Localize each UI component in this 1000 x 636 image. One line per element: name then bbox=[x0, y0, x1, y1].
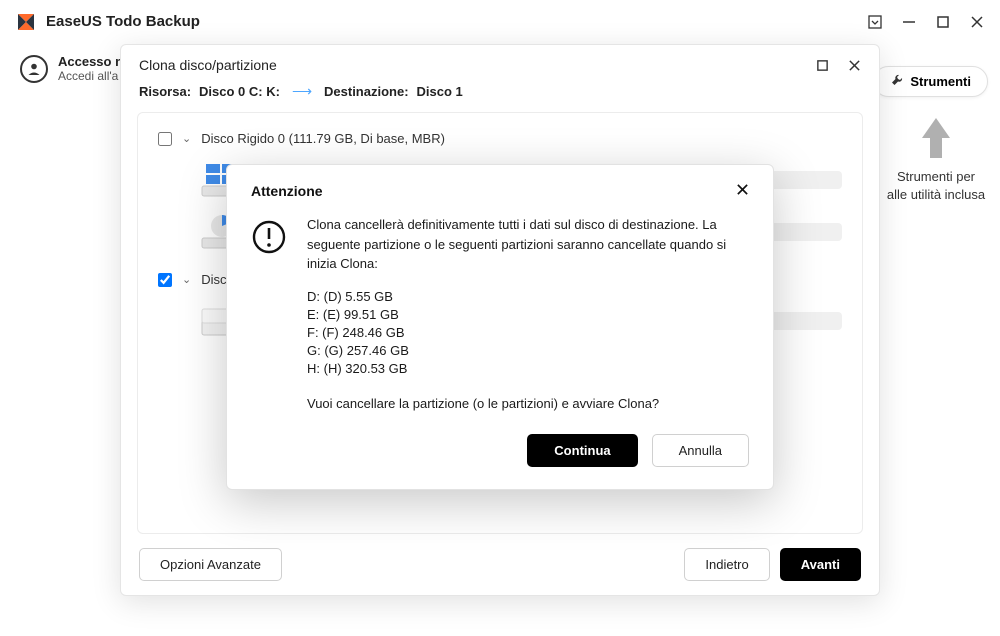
attention-warning: Clona cancellerà definitivamente tutti i… bbox=[307, 215, 749, 274]
clone-title: Clona disco/partizione bbox=[139, 57, 815, 73]
titlebar: EaseUS Todo Backup bbox=[0, 0, 1000, 44]
account-line1: Accesso n bbox=[58, 54, 123, 69]
maximize-icon[interactable] bbox=[815, 58, 829, 72]
disk0-label: Disco Rigido 0 (111.79 GB, Di base, MBR) bbox=[201, 131, 445, 146]
dest-label: Destinazione: bbox=[324, 84, 409, 99]
partition-item: G: (G) 257.46 GB bbox=[307, 342, 749, 360]
tools-button[interactable]: Strumenti bbox=[873, 66, 988, 97]
next-button[interactable]: Avanti bbox=[780, 548, 861, 581]
clone-footer: Opzioni Avanzate Indietro Avanti bbox=[121, 534, 879, 595]
chevron-down-icon[interactable]: ⌄ bbox=[182, 273, 191, 286]
attention-title: Attenzione bbox=[251, 183, 736, 199]
clone-header: Clona disco/partizione bbox=[121, 45, 879, 83]
close-icon[interactable] bbox=[970, 15, 984, 29]
cancel-button[interactable]: Annulla bbox=[652, 434, 749, 467]
source-label: Risorsa: bbox=[139, 84, 191, 99]
app-logo-icon bbox=[16, 12, 36, 32]
attention-text: Clona cancellerà definitivamente tutti i… bbox=[307, 215, 749, 428]
close-icon[interactable] bbox=[736, 183, 749, 199]
warning-icon bbox=[251, 219, 287, 255]
disk-row-0[interactable]: ⌄ Disco Rigido 0 (111.79 GB, Di base, MB… bbox=[138, 123, 862, 154]
hint-text: Strumenti per alle utilità inclusa bbox=[886, 168, 986, 204]
right-hint: Strumenti per alle utilità inclusa bbox=[886, 116, 986, 204]
attention-question: Vuoi cancellare la partizione (o le part… bbox=[307, 394, 749, 414]
advanced-options-button[interactable]: Opzioni Avanzate bbox=[139, 548, 282, 581]
arrow-up-icon bbox=[918, 116, 954, 160]
dest-value: Disco 1 bbox=[417, 84, 463, 99]
arrow-right-icon: ⟶ bbox=[292, 83, 312, 100]
clone-path: Risorsa: Disco 0 C: K: ⟶ Destinazione: D… bbox=[121, 83, 879, 112]
account-line2: Accedi all'a bbox=[58, 69, 123, 83]
back-button[interactable]: Indietro bbox=[684, 548, 769, 581]
disk1-checkbox[interactable] bbox=[158, 273, 172, 287]
disk0-checkbox[interactable] bbox=[158, 132, 172, 146]
close-icon[interactable] bbox=[847, 58, 861, 72]
account-text: Accesso n Accedi all'a bbox=[58, 54, 123, 83]
attention-modal: Attenzione Clona cancellerà definitivame… bbox=[226, 164, 774, 490]
partition-item: F: (F) 248.46 GB bbox=[307, 324, 749, 342]
source-value: Disco 0 C: K: bbox=[199, 84, 280, 99]
partition-item: D: (D) 5.55 GB bbox=[307, 288, 749, 306]
attention-footer: Continua Annulla bbox=[251, 434, 749, 467]
minimize-icon[interactable] bbox=[902, 15, 916, 29]
continue-button[interactable]: Continua bbox=[527, 434, 637, 467]
tools-label: Strumenti bbox=[910, 74, 971, 89]
window-controls bbox=[868, 15, 984, 29]
attention-header: Attenzione bbox=[251, 183, 749, 199]
attention-body: Clona cancellerà definitivamente tutti i… bbox=[251, 199, 749, 428]
dropdown-icon[interactable] bbox=[868, 15, 882, 29]
partition-item: H: (H) 320.53 GB bbox=[307, 360, 749, 378]
avatar[interactable] bbox=[20, 55, 48, 83]
partition-item: E: (E) 99.51 GB bbox=[307, 306, 749, 324]
app-title: EaseUS Todo Backup bbox=[46, 13, 868, 30]
maximize-icon[interactable] bbox=[936, 15, 950, 29]
chevron-down-icon[interactable]: ⌄ bbox=[182, 132, 191, 145]
partition-list: D: (D) 5.55 GB E: (E) 99.51 GB F: (F) 24… bbox=[307, 288, 749, 379]
wrench-icon bbox=[890, 73, 904, 90]
